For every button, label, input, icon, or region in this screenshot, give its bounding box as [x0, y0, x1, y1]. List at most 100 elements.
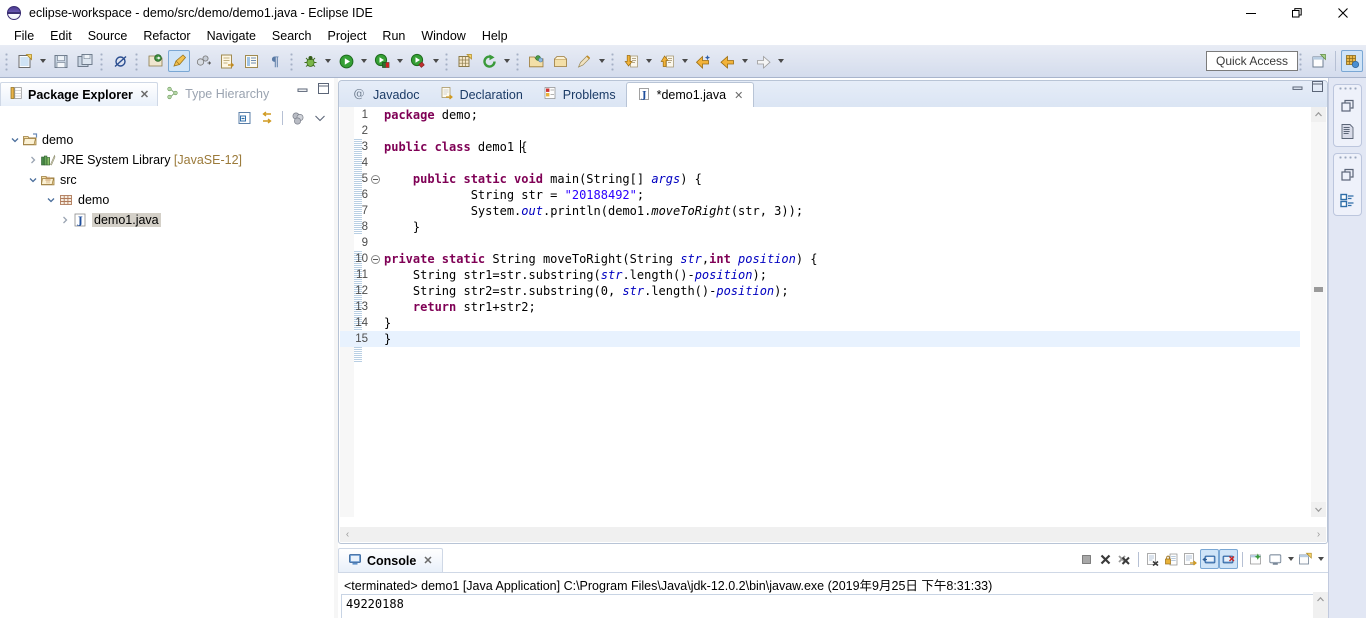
save-all-icon[interactable] — [74, 50, 96, 72]
fold-collapse-icon[interactable] — [368, 174, 382, 184]
tree-item-demo-project[interactable]: demo — [0, 130, 334, 150]
toolbar-grip-3[interactable] — [134, 51, 141, 71]
code-line[interactable]: 10 private static String moveToRight(Stri… — [340, 251, 1300, 267]
toolbar-grip-4[interactable] — [289, 51, 296, 71]
restore-view-icon[interactable] — [1336, 164, 1360, 186]
new-file-dropdown-icon[interactable] — [37, 50, 49, 72]
code-line[interactable]: 4 — [340, 155, 1300, 171]
close-icon[interactable]: ✕ — [140, 88, 149, 101]
refresh-green-icon[interactable] — [478, 50, 500, 72]
scroll-down-icon[interactable] — [1311, 502, 1326, 517]
editor-vertical-scrollbar[interactable] — [1311, 107, 1326, 517]
filters-icon[interactable] — [288, 108, 308, 128]
menu-file[interactable]: File — [6, 28, 42, 44]
code-line[interactable]: 8 } — [340, 219, 1300, 235]
perspective-grip[interactable] — [1298, 51, 1305, 71]
open-type-icon[interactable] — [216, 50, 238, 72]
task-list-icon[interactable] — [1336, 189, 1360, 211]
fast-view-grip-2[interactable] — [1338, 156, 1357, 161]
back-arrow-icon[interactable] — [716, 50, 738, 72]
console-output[interactable]: 49220188 — [341, 594, 1316, 618]
code-line[interactable]: 14} — [340, 315, 1300, 331]
restore-view-icon[interactable] — [1336, 95, 1360, 117]
run-dropdown-icon[interactable] — [358, 50, 370, 72]
collapse-all-icon[interactable] — [235, 108, 255, 128]
maximize-view-icon[interactable] — [317, 82, 330, 98]
code-line[interactable]: 11 String str1=str.substring(str.length(… — [340, 267, 1300, 283]
code-line[interactable]: 6 String str = "20188492"; — [340, 187, 1300, 203]
editor-horizontal-scrollbar[interactable]: ‹ › — [340, 527, 1326, 542]
quick-access-input[interactable]: Quick Access — [1206, 51, 1298, 71]
console-vertical-scrollbar[interactable] — [1313, 592, 1328, 618]
menu-source[interactable]: Source — [80, 28, 136, 44]
coverage-dropdown-icon[interactable] — [394, 50, 406, 72]
external-tools-icon[interactable] — [407, 50, 429, 72]
fast-view-grip[interactable] — [1338, 87, 1357, 92]
code-editor[interactable]: 1 package demo; 2 3 public class demo1 {4 5 p… — [340, 107, 1326, 517]
save-icon[interactable] — [50, 50, 72, 72]
tab-console[interactable]: Console ✕ — [338, 548, 443, 572]
close-icon[interactable]: ✕ — [423, 554, 432, 567]
previous-annotation-dropdown-icon[interactable] — [679, 50, 691, 72]
new-table-icon[interactable] — [454, 50, 476, 72]
up-arrow-doc-icon[interactable] — [656, 50, 678, 72]
code-line[interactable]: 12 String str2=str.substring(0, str.leng… — [340, 283, 1300, 299]
minimize-view-icon[interactable] — [296, 82, 309, 98]
next-annotation-dropdown-icon[interactable] — [643, 50, 655, 72]
maximize-editor-icon[interactable] — [1311, 80, 1324, 96]
close-icon[interactable] — [1320, 0, 1366, 26]
twisty-right-icon[interactable] — [26, 155, 40, 165]
tab-package-explorer[interactable]: Package Explorer ✕ — [0, 82, 159, 106]
open-console-icon[interactable] — [1296, 549, 1315, 569]
forward-dropdown-icon[interactable] — [775, 50, 787, 72]
twisty-down-icon[interactable] — [8, 135, 22, 145]
pen-icon[interactable] — [573, 50, 595, 72]
toolbar-grip-7[interactable] — [610, 51, 617, 71]
open-task-icon[interactable] — [240, 50, 262, 72]
toolbar-grip[interactable] — [4, 51, 11, 71]
pilcrow-icon[interactable]: ¶ — [264, 50, 286, 72]
external-tools-dropdown-icon[interactable] — [430, 50, 442, 72]
refresh-dropdown-icon[interactable] — [501, 50, 513, 72]
word-wrap-icon[interactable] — [1181, 549, 1200, 569]
run-coverage-icon[interactable] — [371, 50, 393, 72]
clear-console-icon[interactable] — [1143, 549, 1162, 569]
new-perspective-icon[interactable] — [1308, 50, 1330, 72]
down-arrow-doc-icon[interactable] — [620, 50, 642, 72]
menu-navigate[interactable]: Navigate — [199, 28, 264, 44]
menu-help[interactable]: Help — [474, 28, 516, 44]
twisty-right-icon[interactable] — [58, 215, 72, 225]
code-line[interactable]: 2 — [340, 123, 1300, 139]
restore-icon[interactable] — [1274, 0, 1320, 26]
twisty-down-icon[interactable] — [26, 175, 40, 185]
code-line[interactable]: 5 public static void main(String[] args)… — [340, 171, 1300, 187]
run-play-icon[interactable] — [335, 50, 357, 72]
outline-doc-icon[interactable] — [1336, 120, 1360, 142]
tree-item-demo1-java[interactable]: J demo1.java — [0, 210, 334, 230]
display-console-dropdown-icon[interactable] — [1285, 549, 1296, 569]
menu-project[interactable]: Project — [320, 28, 375, 44]
code-line[interactable]: 7 System.out.println(demo1.moveToRight(s… — [340, 203, 1300, 219]
close-icon[interactable]: ✕ — [734, 89, 743, 102]
twisty-down-icon[interactable] — [44, 195, 58, 205]
code-line[interactable]: 13 return str1+str2; — [340, 299, 1300, 315]
menu-search[interactable]: Search — [264, 28, 320, 44]
new-file-icon[interactable] — [14, 50, 36, 72]
menu-refactor[interactable]: Refactor — [135, 28, 198, 44]
pen-dropdown-icon[interactable] — [596, 50, 608, 72]
show-console-error-icon[interactable] — [1219, 549, 1238, 569]
new-java-class-icon[interactable] — [168, 50, 190, 72]
menu-run[interactable]: Run — [374, 28, 413, 44]
code-line[interactable]: 1 package demo; — [340, 107, 1300, 123]
tab-javadoc[interactable]: @ Javadoc — [343, 82, 430, 107]
new-java-package-icon[interactable] — [144, 50, 166, 72]
remove-all-xx-icon[interactable] — [1115, 549, 1134, 569]
chevron-down-icon[interactable] — [310, 108, 330, 128]
menu-edit[interactable]: Edit — [42, 28, 80, 44]
pin-console-icon[interactable] — [1247, 549, 1266, 569]
java-perspective-icon[interactable] — [1341, 50, 1363, 72]
tab-type-hierarchy[interactable]: Type Hierarchy — [158, 82, 277, 106]
fold-collapse-icon[interactable] — [368, 254, 382, 264]
tree-item-jre-system-library[interactable]: JRE System Library [JavaSE-12] — [0, 150, 334, 170]
debug-bug-icon[interactable] — [299, 50, 321, 72]
